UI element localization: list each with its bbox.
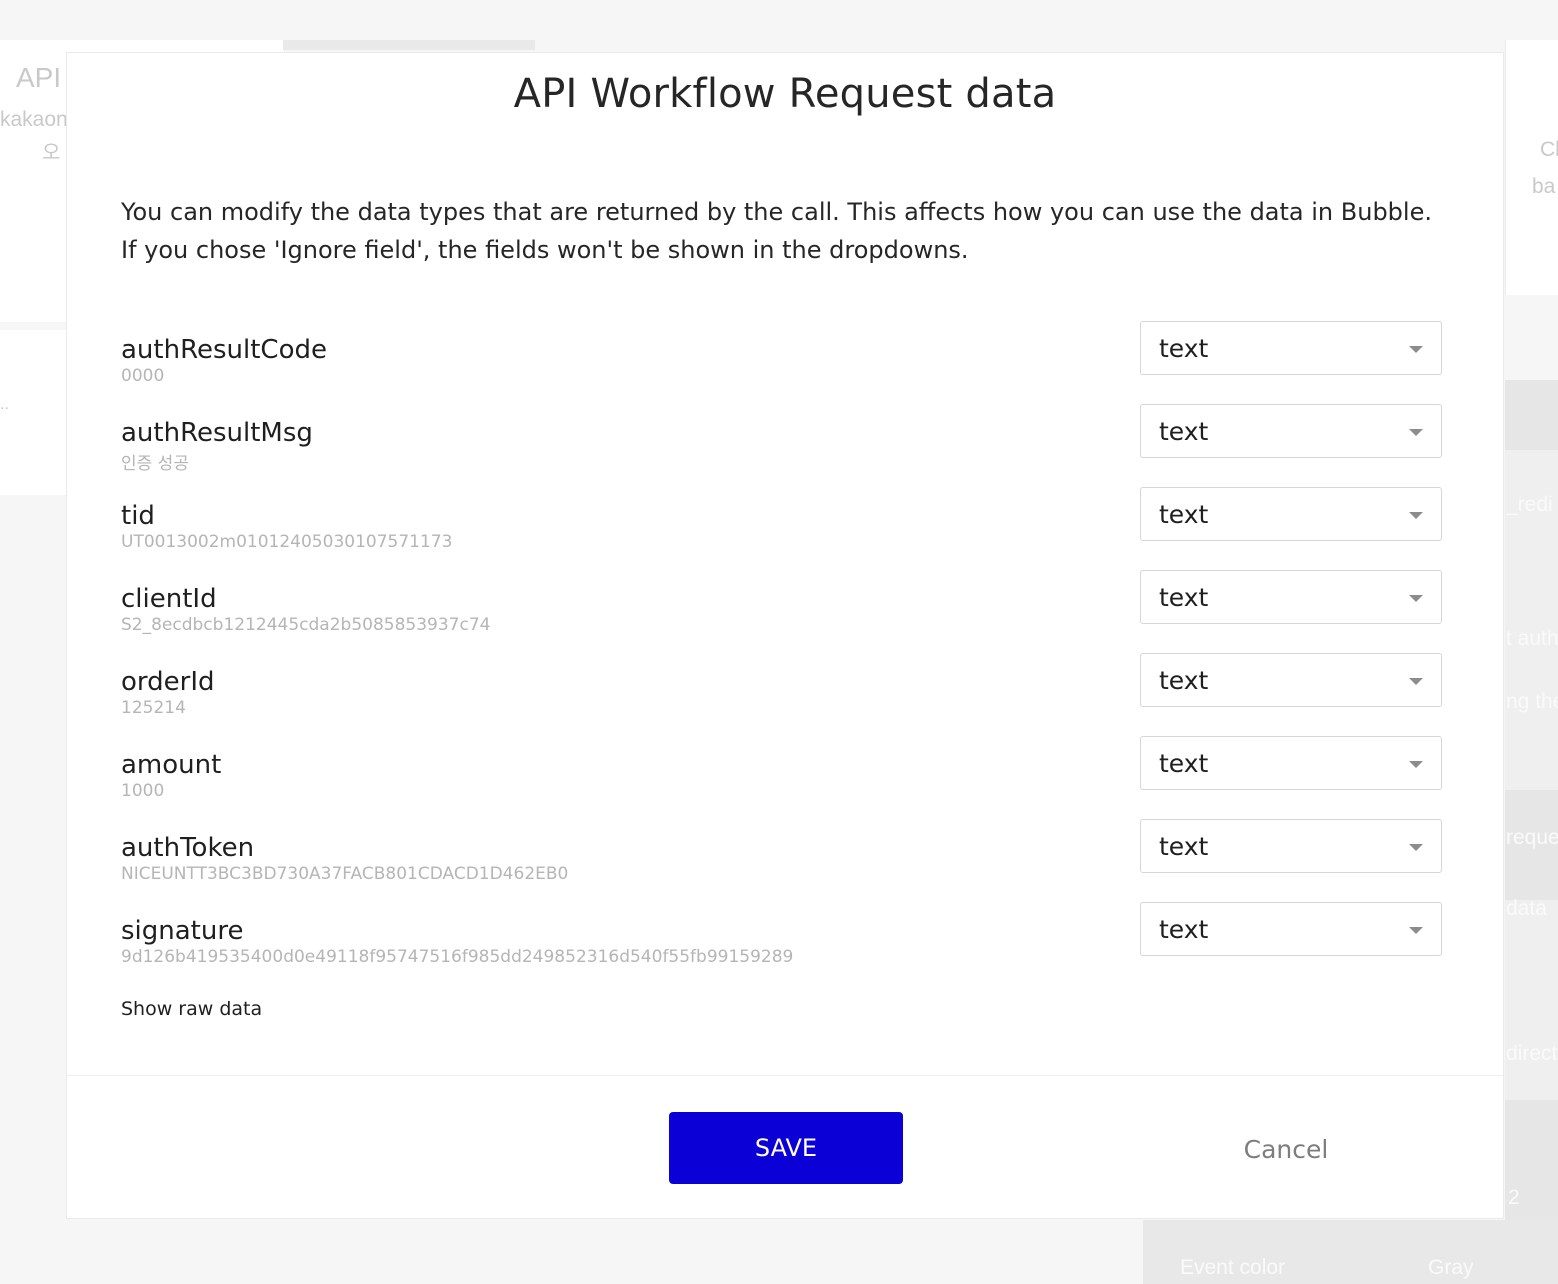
field-row-authResultCode: authResultCode 0000 text: [121, 321, 1443, 404]
field-type-dropdown[interactable]: text: [1140, 570, 1442, 624]
background-ellipsis: ..: [0, 396, 9, 413]
background-subtitle-2: 오: [42, 142, 61, 164]
background-fragment: 2: [1508, 1186, 1520, 1209]
field-type-value: text: [1159, 749, 1209, 778]
field-name: clientId: [121, 584, 217, 614]
background-band: [1505, 380, 1558, 450]
field-type-dropdown[interactable]: text: [1140, 321, 1442, 375]
background-subtitle: kakaon: [0, 108, 68, 131]
field-list: authResultCode 0000 text authResultMsg 인…: [121, 321, 1443, 985]
background-right-top-panel: [1505, 40, 1558, 295]
field-type-dropdown[interactable]: text: [1140, 653, 1442, 707]
field-name: orderId: [121, 667, 215, 697]
field-name: amount: [121, 750, 222, 780]
show-raw-data-link[interactable]: Show raw data: [121, 998, 262, 1020]
background-title: API: [16, 62, 62, 93]
modal-title: API Workflow Request data: [513, 71, 1057, 117]
request-data-modal: API Workflow Request data You can modify…: [66, 52, 1504, 1219]
field-row-clientId: clientId S2_8ecdbcb1212445cda2b508585393…: [121, 570, 1443, 653]
field-name: signature: [121, 916, 244, 946]
field-row-tid: tid UT0013002m01012405030107571173 text: [121, 487, 1443, 570]
field-type-value: text: [1159, 832, 1209, 861]
background-fragment: data: [1506, 897, 1547, 920]
field-row-authToken: authToken NICEUNTT3BC3BD730A37FACB801CDA…: [121, 819, 1443, 902]
field-example-value: 0000: [121, 366, 165, 386]
chevron-down-icon: [1409, 844, 1423, 851]
chevron-down-icon: [1409, 346, 1423, 353]
background-tab-strip: [283, 40, 535, 50]
field-row-authResultMsg: authResultMsg 인증 성공 text: [121, 404, 1443, 487]
field-type-dropdown[interactable]: text: [1140, 736, 1442, 790]
field-example-value: UT0013002m01012405030107571173: [121, 532, 453, 552]
background-fragment: Cl: [1540, 138, 1558, 161]
field-example-value: 1000: [121, 781, 165, 801]
field-type-value: text: [1159, 334, 1209, 363]
cancel-button[interactable]: Cancel: [1217, 1135, 1355, 1164]
field-example-value: 인증 성공: [121, 454, 189, 474]
field-name: authResultCode: [121, 335, 327, 365]
chevron-down-icon: [1409, 678, 1423, 685]
footer-divider: [67, 1075, 1503, 1076]
field-example-value: NICEUNTT3BC3BD730A37FACB801CDACD1D462EB0: [121, 864, 569, 884]
background-fragment: ng the: [1506, 690, 1558, 713]
field-type-dropdown[interactable]: text: [1140, 404, 1442, 458]
field-type-value: text: [1159, 417, 1209, 446]
chevron-down-icon: [1409, 512, 1423, 519]
field-example-value: S2_8ecdbcb1212445cda2b5085853937c74: [121, 615, 491, 635]
background-fragment: direct: [1506, 1042, 1558, 1065]
modal-description: You can modify the data types that are r…: [121, 198, 1432, 264]
field-type-value: text: [1159, 666, 1209, 695]
field-type-value: text: [1159, 583, 1209, 612]
chevron-down-icon: [1409, 761, 1423, 768]
field-example-value: 9d126b419535400d0e49118f95747516f985dd24…: [121, 947, 794, 967]
background-fragment: t auth: [1506, 627, 1558, 650]
chevron-down-icon: [1409, 927, 1423, 934]
background-event-color-value: Gray: [1428, 1256, 1474, 1279]
field-name: authResultMsg: [121, 418, 313, 448]
field-name: authToken: [121, 833, 255, 863]
background-event-color-label: Event color: [1180, 1256, 1286, 1279]
field-row-signature: signature 9d126b419535400d0e49118f957475…: [121, 902, 1443, 985]
field-type-dropdown[interactable]: text: [1140, 487, 1442, 541]
field-name: tid: [121, 501, 155, 531]
save-button[interactable]: SAVE: [669, 1112, 903, 1184]
chevron-down-icon: [1409, 429, 1423, 436]
field-row-orderId: orderId 125214 text: [121, 653, 1443, 736]
background-fragment: ba: [1532, 175, 1556, 198]
background-left-strip: [0, 330, 66, 495]
field-type-value: text: [1159, 500, 1209, 529]
field-row-amount: amount 1000 text: [121, 736, 1443, 819]
background-fragment: _redi: [1506, 493, 1553, 516]
field-type-value: text: [1159, 915, 1209, 944]
chevron-down-icon: [1409, 595, 1423, 602]
background-fragment: reque: [1506, 826, 1558, 849]
field-type-dropdown[interactable]: text: [1140, 819, 1442, 873]
field-example-value: 125214: [121, 698, 186, 718]
field-type-dropdown[interactable]: text: [1140, 902, 1442, 956]
